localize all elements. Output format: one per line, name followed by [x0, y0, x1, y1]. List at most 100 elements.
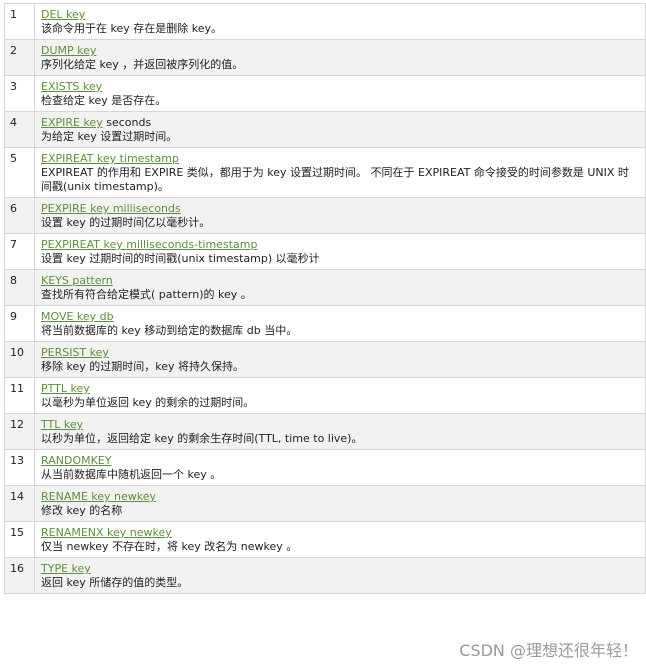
command-description: 仅当 newkey 不存在时，将 key 改名为 newkey 。 — [41, 540, 298, 553]
command-link[interactable]: DEL key — [41, 8, 85, 21]
command-line: PEXPIREAT key milliseconds-timestamp — [41, 238, 639, 252]
command-description: 设置 key 过期时间的时间戳(unix timestamp) 以毫秒计 — [41, 252, 320, 265]
command-link[interactable]: RANDOMKEY — [41, 454, 111, 467]
command-line: EXPIRE key seconds — [41, 116, 639, 130]
command-cell: PEXPIRE key milliseconds 设置 key 的过期时间亿以毫秒… — [34, 197, 646, 234]
row-number: 7 — [4, 233, 35, 270]
command-line: EXISTS key — [41, 80, 639, 94]
command-cell: PTTL key 以毫秒为单位返回 key 的剩余的过期时间。 — [34, 377, 646, 414]
table-row: 3 EXISTS key 检查给定 key 是否存在。 — [4, 75, 646, 112]
table-row: 1 DEL key 该命令用于在 key 存在是删除 key。 — [4, 3, 646, 40]
command-description: 为给定 key 设置过期时间。 — [41, 130, 178, 143]
table-row: 11 PTTL key 以毫秒为单位返回 key 的剩余的过期时间。 — [4, 377, 646, 414]
command-link[interactable]: EXISTS key — [41, 80, 102, 93]
row-number: 12 — [4, 413, 35, 450]
command-link[interactable]: EXPIRE key — [41, 116, 103, 129]
command-line: DUMP key — [41, 44, 639, 58]
row-number: 3 — [4, 75, 35, 112]
redis-key-commands-table: 1 DEL key 该命令用于在 key 存在是删除 key。 2 DUMP key 序列… — [4, 3, 646, 594]
command-line: TTL key — [41, 418, 639, 432]
row-number: 15 — [4, 521, 35, 558]
table-row: 14 RENAME key newkey 修改 key 的名称 — [4, 485, 646, 522]
command-description: 检查给定 key 是否存在。 — [41, 94, 167, 107]
command-description: 序列化给定 key ，并返回被序列化的值。 — [41, 58, 244, 71]
command-argument: seconds — [102, 116, 152, 129]
command-line: RENAME key newkey — [41, 490, 639, 504]
command-cell: MOVE key db 将当前数据库的 key 移动到给定的数据库 db 当中。 — [34, 305, 646, 342]
command-link[interactable]: TTL key — [41, 418, 83, 431]
row-number: 2 — [4, 39, 35, 76]
table-body: 1 DEL key 该命令用于在 key 存在是删除 key。 2 DUMP key 序列… — [4, 3, 646, 594]
command-link[interactable]: MOVE key db — [41, 310, 114, 323]
command-line: PERSIST key — [41, 346, 639, 360]
command-link[interactable]: PEXPIREAT key milliseconds-timestamp — [41, 238, 257, 251]
command-link[interactable]: PEXPIRE key milliseconds — [41, 202, 181, 215]
command-line: DEL key — [41, 8, 639, 22]
command-link[interactable]: RENAMENX key newkey — [41, 526, 172, 539]
command-line: KEYS pattern — [41, 274, 639, 288]
table-row: 12 TTL key 以秒为单位，返回给定 key 的剩余生存时间(TTL, tim… — [4, 413, 646, 450]
row-number: 8 — [4, 269, 35, 306]
command-cell: TTL key 以秒为单位，返回给定 key 的剩余生存时间(TTL, time … — [34, 413, 646, 450]
command-link[interactable]: PTTL key — [41, 382, 90, 395]
command-link[interactable]: TYPE key — [41, 562, 91, 575]
row-number: 4 — [4, 111, 35, 148]
command-description: 修改 key 的名称 — [41, 504, 123, 517]
command-description: 返回 key 所储存的值的类型。 — [41, 576, 189, 589]
table-row: 6 PEXPIRE key milliseconds 设置 key 的过期时间亿以毫… — [4, 197, 646, 234]
row-number: 11 — [4, 377, 35, 414]
table-row: 2 DUMP key 序列化给定 key ，并返回被序列化的值。 — [4, 39, 646, 76]
command-cell: RENAMENX key newkey 仅当 newkey 不存在时，将 key … — [34, 521, 646, 558]
table-row: 9 MOVE key db 将当前数据库的 key 移动到给定的数据库 db 当中。 — [4, 305, 646, 342]
command-cell: RANDOMKEY 从当前数据库中随机返回一个 key 。 — [34, 449, 646, 486]
command-cell: EXPIREAT key timestamp EXPIREAT 的作用和 EXPI… — [34, 147, 646, 198]
row-number: 5 — [4, 147, 35, 198]
command-cell: DEL key 该命令用于在 key 存在是删除 key。 — [34, 3, 646, 40]
command-cell: RENAME key newkey 修改 key 的名称 — [34, 485, 646, 522]
csdn-watermark: CSDN @理想还很年轻！ — [459, 641, 638, 660]
command-description: 查找所有符合给定模式( pattern)的 key 。 — [41, 288, 252, 301]
table-row: 10 PERSIST key 移除 key 的过期时间，key 将持久保持。 — [4, 341, 646, 378]
table-row: 13 RANDOMKEY 从当前数据库中随机返回一个 key 。 — [4, 449, 646, 486]
command-line: TYPE key — [41, 562, 639, 576]
command-cell: PERSIST key 移除 key 的过期时间，key 将持久保持。 — [34, 341, 646, 378]
command-line: RENAMENX key newkey — [41, 526, 639, 540]
command-description: 以毫秒为单位返回 key 的剩余的过期时间。 — [41, 396, 255, 409]
command-description: 设置 key 的过期时间亿以毫秒计。 — [41, 216, 211, 229]
command-line: PTTL key — [41, 382, 639, 396]
command-link[interactable]: EXPIREAT key timestamp — [41, 152, 179, 165]
table-row: 16 TYPE key 返回 key 所储存的值的类型。 — [4, 557, 646, 594]
command-line: MOVE key db — [41, 310, 639, 324]
command-description: 移除 key 的过期时间，key 将持久保持。 — [41, 360, 244, 373]
command-cell: TYPE key 返回 key 所储存的值的类型。 — [34, 557, 646, 594]
row-number: 13 — [4, 449, 35, 486]
command-line: RANDOMKEY — [41, 454, 639, 468]
table-row: 15 RENAMENX key newkey 仅当 newkey 不存在时，将 ke… — [4, 521, 646, 558]
row-number: 6 — [4, 197, 35, 234]
row-number: 16 — [4, 557, 35, 594]
command-line: EXPIREAT key timestamp — [41, 152, 639, 166]
command-line: PEXPIRE key milliseconds — [41, 202, 639, 216]
row-number: 14 — [4, 485, 35, 522]
table-row: 5 EXPIREAT key timestamp EXPIREAT 的作用和 EXP… — [4, 147, 646, 198]
table-row: 8 KEYS pattern 查找所有符合给定模式( pattern)的 key 。 — [4, 269, 646, 306]
command-link[interactable]: PERSIST key — [41, 346, 109, 359]
command-cell: KEYS pattern 查找所有符合给定模式( pattern)的 key 。 — [34, 269, 646, 306]
row-number: 9 — [4, 305, 35, 342]
command-link[interactable]: DUMP key — [41, 44, 96, 57]
command-description: 从当前数据库中随机返回一个 key 。 — [41, 468, 222, 481]
command-cell: EXPIRE key seconds 为给定 key 设置过期时间。 — [34, 111, 646, 148]
command-description: EXPIREAT 的作用和 EXPIRE 类似，都用于为 key 设置过期时间。… — [41, 166, 629, 193]
command-cell: DUMP key 序列化给定 key ，并返回被序列化的值。 — [34, 39, 646, 76]
table-row: 7 PEXPIREAT key milliseconds-timestamp 设置 … — [4, 233, 646, 270]
command-cell: PEXPIREAT key milliseconds-timestamp 设置 k… — [34, 233, 646, 270]
table-row: 4 EXPIRE key seconds 为给定 key 设置过期时间。 — [4, 111, 646, 148]
command-description: 以秒为单位，返回给定 key 的剩余生存时间(TTL, time to live… — [41, 432, 363, 445]
row-number: 1 — [4, 3, 35, 40]
command-description: 将当前数据库的 key 移动到给定的数据库 db 当中。 — [41, 324, 298, 337]
command-link[interactable]: KEYS pattern — [41, 274, 113, 287]
command-link[interactable]: RENAME key newkey — [41, 490, 156, 503]
row-number: 10 — [4, 341, 35, 378]
command-cell: EXISTS key 检查给定 key 是否存在。 — [34, 75, 646, 112]
command-description: 该命令用于在 key 存在是删除 key。 — [41, 22, 222, 35]
